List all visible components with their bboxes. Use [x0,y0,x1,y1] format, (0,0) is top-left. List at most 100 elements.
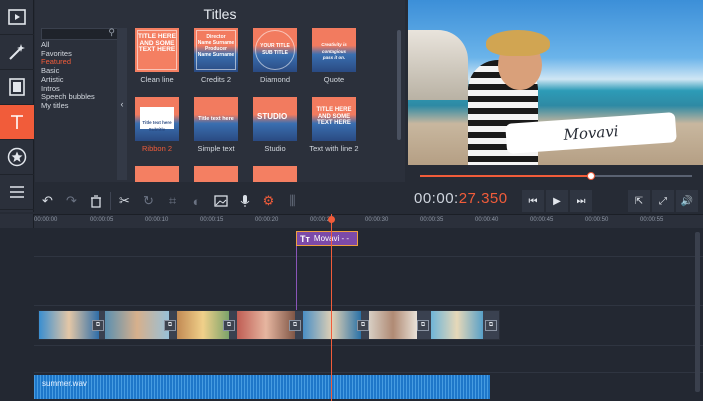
transition-marker[interactable]: ⧉ [485,320,497,331]
title-thumb-partial[interactable] [194,166,238,182]
transitions-button[interactable] [0,70,34,105]
preview-seek-row [408,166,703,182]
cut-button[interactable]: ✂ [113,190,136,212]
video-clip[interactable] [431,311,483,339]
timeline-scrollbar[interactable] [695,232,700,392]
thumb-label: Simple text [197,144,235,153]
redo-icon: ↷ [66,193,77,208]
thumb-art: Director Name Surname Producer Name Surn… [196,30,236,70]
edit-toolbar: ↶ ↷ ✂ ↻ ⌗ ◐ ⚙ ⫼ [34,189,404,213]
import-button[interactable] [0,0,34,35]
video-clip[interactable] [39,311,99,339]
video-clip[interactable] [369,311,417,339]
video-clip[interactable] [303,311,361,339]
image-button[interactable] [209,190,232,212]
transition-icon: ⧉ [420,322,426,328]
next-frame-button[interactable]: ⏭ [570,190,592,212]
redo-button[interactable]: ↷ [60,190,83,212]
title-clip-link [296,246,297,310]
ruler-tick: 00:00:00 [34,217,58,223]
record-audio-button[interactable] [233,190,256,212]
titles-button[interactable] [0,105,34,140]
transition-marker[interactable]: ⧉ [223,320,235,331]
title-thumb-simple-text[interactable]: Title text here [194,97,238,141]
title-thumb-diamond[interactable]: YOUR TITLE SUB TITLE [253,28,297,72]
thumb-label: Credits 2 [200,75,231,84]
video-editor-window: Titles ⚲ All Favorites Featured Basic Ar… [0,0,703,401]
video-clip[interactable] [177,311,229,339]
settings-button[interactable]: ⚙ [257,190,280,212]
ruler-tick: 00:00:50 [585,217,609,223]
undo-button[interactable]: ↶ [36,190,59,212]
transition-marker[interactable]: ⧉ [92,320,104,331]
panel-scrollbar[interactable] [397,30,401,140]
video-clip[interactable] [105,311,169,339]
toolbar-divider [110,192,111,210]
crop-button[interactable]: ⌗ [161,190,184,212]
skip-back-icon: ⏮ [528,195,538,207]
category-item[interactable]: My titles [41,101,121,111]
title-thumb-studio[interactable]: STUDIO [253,97,297,141]
transition-marker[interactable]: ⧉ [357,320,369,331]
playhead-handle[interactable] [328,216,335,223]
gear-icon: ⚙ [262,193,275,208]
title-thumb-credits-2[interactable]: Director Name Surname Producer Name Surn… [194,28,238,72]
title-thumb-text-with-line-2[interactable]: TITLE HERE AND SOME TEXT HERE [312,97,356,141]
audio-clip[interactable]: summer.wav [34,375,490,399]
transition-marker[interactable]: ⧉ [164,320,176,331]
video-preview[interactable]: Movavi [408,0,703,165]
title-clip[interactable]: Tт Movavi - - [296,231,358,246]
thumb-art: STUDIO [257,112,288,121]
stickers-button[interactable] [0,140,34,175]
play-icon: ▶ [553,195,561,207]
title-thumb-clean-line[interactable]: TITLE HERE AND SOME TEXT HERE [135,28,179,72]
panel-title: Titles [203,6,237,22]
volume-button[interactable]: 🔊 [676,190,698,212]
transition-marker[interactable]: ⧉ [417,320,429,331]
more-tools-button[interactable] [0,175,34,210]
thumb-art: TITLE HERE AND SOME TEXT HERE [137,30,177,70]
preview-cliff [408,30,468,100]
seek-bar[interactable] [420,172,692,180]
transition-marker[interactable]: ⧉ [289,320,301,331]
film-strip-icon [9,78,25,96]
category-search-input[interactable]: ⚲ [41,27,119,40]
video-track-clips: ⧉ ⧉ ⧉ ⧉ ⧉ ⧉ ⧉ [38,310,500,340]
thumb-label: Text with line 2 [309,144,359,153]
thumb-label: Diamond [259,75,290,84]
ruler-tick: 00:00:45 [530,217,554,223]
equalizer-button[interactable]: ⫼ [281,190,304,212]
track-divider [34,305,703,306]
playhead-line[interactable] [331,214,332,401]
video-clip[interactable] [237,311,295,339]
fullscreen-button[interactable]: ⤢ [652,190,674,212]
ruler-tick: 00:00:40 [475,217,499,223]
collapse-categories-button[interactable]: ‹ [117,28,127,180]
timeline-ruler[interactable]: 00:00:00 00:00:05 00:00:10 00:00:15 00:0… [34,214,703,228]
transition-icon: ⧉ [226,322,232,328]
filters-button[interactable] [0,35,34,70]
image-icon [213,195,228,207]
title-thumb-partial[interactable] [253,166,297,182]
preview-person-hat [486,30,550,56]
timecode-main: 00:00: [414,190,459,207]
timecode-display: 00:00:27.350 [414,190,508,207]
transition-icon: ⧉ [488,322,494,328]
title-thumb-quote[interactable]: Creativity is contagious pass it on. [312,28,356,72]
play-button[interactable]: ▶ [546,190,568,212]
export-frame-button[interactable]: ⇱ [628,190,650,212]
audio-waveform [34,375,490,399]
previous-frame-button[interactable]: ⏮ [522,190,544,212]
seek-handle[interactable] [587,172,596,180]
title-thumb-ribbon-2[interactable]: Title text here Subtitle [135,97,179,141]
ruler-tick: 00:00:35 [420,217,444,223]
thumb-label: Studio [264,144,286,153]
search-icon: ⚲ [108,27,115,37]
crop-icon: ⌗ [168,193,177,208]
microphone-icon [240,195,249,207]
color-adjust-button[interactable]: ◐ [185,190,208,212]
rotate-button[interactable]: ↻ [137,190,160,212]
skip-forward-icon: ⏭ [576,195,586,207]
delete-button[interactable] [84,190,107,212]
title-thumb-partial[interactable] [135,166,179,182]
